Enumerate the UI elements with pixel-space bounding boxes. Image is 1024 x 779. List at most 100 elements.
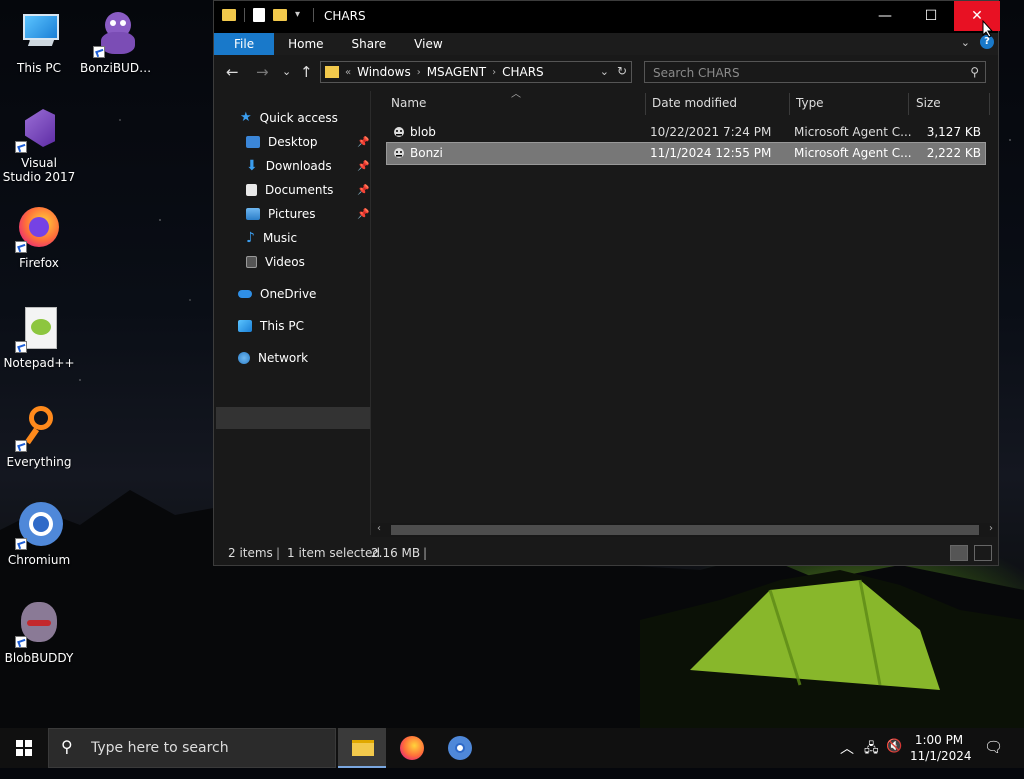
desktop-icon-notepadpp[interactable]: Notepad++ xyxy=(2,305,76,370)
agent-character-icon xyxy=(393,146,405,160)
nav-item-documents[interactable]: Documents xyxy=(246,179,333,201)
status-size: 2.16 MB xyxy=(371,546,421,560)
expand-ribbon-icon[interactable]: ⌄ xyxy=(961,36,970,49)
file-date-modified: 10/22/2021 7:24 PM xyxy=(650,125,772,139)
pin-icon[interactable]: 📌 xyxy=(357,137,369,148)
details-view-button[interactable] xyxy=(950,545,968,561)
up-arrow-icon[interactable]: ↑ xyxy=(300,63,313,81)
cloud-icon xyxy=(238,290,252,298)
agent-character-icon xyxy=(393,125,405,139)
chevron-down-icon[interactable]: ⌄ xyxy=(600,65,609,78)
recent-locations-chevron-icon[interactable]: ⌄ xyxy=(282,65,291,78)
column-header-size[interactable]: Size xyxy=(916,91,941,115)
taskbar-file-explorer[interactable] xyxy=(338,728,386,768)
desktop-icon-label: Everything xyxy=(6,455,72,469)
nav-item-music[interactable]: ♪ Music xyxy=(246,227,297,249)
system-clock[interactable]: 1:00 PM 11/1/2024 xyxy=(910,732,972,764)
desktop-icon-blobbuddy[interactable]: BlobBUDDY xyxy=(2,600,76,665)
taskbar-chromium[interactable] xyxy=(436,728,484,768)
navigation-bar: ← → ⌄ ↑ « Windows › MSAGENT › CHARS ⌄ ↻ … xyxy=(214,55,998,91)
video-icon xyxy=(246,256,257,268)
search-icon: ⚲ xyxy=(61,737,73,756)
nav-item-label: This PC xyxy=(260,319,304,333)
desktop-icon-label: Firefox xyxy=(19,256,59,270)
pin-icon[interactable]: 📌 xyxy=(357,161,369,172)
desktop-icon-chromium[interactable]: Chromium xyxy=(2,502,76,567)
refresh-icon[interactable]: ↻ xyxy=(617,64,627,78)
nav-item-this-pc[interactable]: This PC xyxy=(238,315,304,337)
nav-item-label: Documents xyxy=(265,183,334,197)
bonzi-gorilla-icon xyxy=(93,10,141,58)
scrollbar-thumb[interactable] xyxy=(391,525,979,535)
address-bar[interactable]: « Windows › MSAGENT › CHARS ⌄ ↻ xyxy=(320,61,632,83)
pin-icon[interactable]: 📌 xyxy=(357,185,369,196)
breadcrumb-msagent[interactable]: MSAGENT xyxy=(427,65,486,79)
mouse-cursor-icon xyxy=(982,20,994,38)
divider: | xyxy=(276,546,281,560)
maximize-button[interactable]: ☐ xyxy=(908,1,954,31)
column-header-date-modified[interactable]: Date modified xyxy=(652,91,737,115)
new-folder-icon[interactable] xyxy=(273,9,287,21)
breadcrumb-windows[interactable]: Windows xyxy=(357,65,411,79)
minimize-button[interactable]: — xyxy=(862,1,908,31)
file-name: Bonzi xyxy=(410,146,443,160)
nav-item-onedrive[interactable]: OneDrive xyxy=(238,283,316,305)
start-button[interactable] xyxy=(0,728,48,768)
properties-icon[interactable] xyxy=(253,8,265,22)
breadcrumb-overflow[interactable]: « xyxy=(345,67,351,78)
customize-toolbar-icon[interactable]: ▾ xyxy=(295,10,305,20)
pictures-icon xyxy=(246,208,260,220)
tab-file[interactable]: File xyxy=(214,33,275,55)
file-explorer-icon xyxy=(352,740,374,756)
nav-item-quick-access[interactable]: ★ Quick access xyxy=(240,107,338,129)
status-selected: 1 item selected xyxy=(287,546,381,560)
desktop-icon-visual-studio[interactable]: Visual Studio 2017 xyxy=(2,105,76,184)
search-input[interactable] xyxy=(651,63,955,83)
file-type: Microsoft Agent C... xyxy=(794,146,912,160)
column-header-name[interactable]: Name xyxy=(391,91,426,115)
nav-item-videos[interactable]: Videos xyxy=(246,251,305,273)
taskbar-search-box[interactable]: ⚲ xyxy=(48,728,336,768)
file-row[interactable]: blob 10/22/2021 7:24 PM Microsoft Agent … xyxy=(387,122,985,143)
breadcrumb-chars[interactable]: CHARS xyxy=(502,65,544,79)
scroll-right-icon[interactable]: › xyxy=(989,523,993,534)
forward-arrow-icon[interactable]: → xyxy=(256,63,269,81)
show-hidden-icons-chevron-icon[interactable]: ︿ xyxy=(840,738,854,778)
divider xyxy=(244,8,245,22)
chevron-right-icon[interactable]: › xyxy=(492,67,496,78)
horizontal-scrollbar[interactable]: ‹ › xyxy=(371,523,997,537)
desktop-icon-firefox[interactable]: Firefox xyxy=(2,205,76,270)
shortcut-arrow-icon xyxy=(15,341,27,353)
star-icon: ★ xyxy=(240,110,252,125)
tab-home[interactable]: Home xyxy=(274,33,337,55)
search-box[interactable]: ⚲ xyxy=(644,61,986,83)
desktop-icon-this-pc[interactable]: This PC xyxy=(2,10,76,75)
pin-icon[interactable]: 📌 xyxy=(357,209,369,220)
sort-ascending-icon: ︿ xyxy=(511,89,521,100)
network-status-icon[interactable]: 🖧 xyxy=(864,739,879,779)
download-arrow-icon: ⬇ xyxy=(246,158,258,174)
nav-item-pictures[interactable]: Pictures xyxy=(246,203,316,225)
nav-item-label: Downloads xyxy=(265,159,332,173)
chevron-right-icon[interactable]: › xyxy=(417,67,421,78)
notifications-icon[interactable]: 🗨 xyxy=(984,738,1003,778)
taskbar-firefox[interactable] xyxy=(388,728,436,768)
tab-share[interactable]: Share xyxy=(338,33,401,55)
tab-view[interactable]: View xyxy=(400,33,456,55)
desktop-icon-everything[interactable]: Everything xyxy=(2,404,76,469)
shortcut-arrow-icon xyxy=(15,636,27,648)
title-bar[interactable]: ▾ CHARS — ☐ ✕ xyxy=(214,1,1000,33)
taskbar-search-input[interactable] xyxy=(89,739,323,757)
file-row-selected[interactable]: Bonzi 11/1/2024 12:55 PM Microsoft Agent… xyxy=(386,142,986,165)
column-header-type[interactable]: Type xyxy=(796,91,824,115)
nav-item-desktop[interactable]: Desktop xyxy=(246,131,318,153)
scroll-left-icon[interactable]: ‹ xyxy=(377,523,381,534)
nav-item-network[interactable]: Network xyxy=(238,347,308,369)
large-icons-view-button[interactable] xyxy=(974,545,992,561)
desktop-icon-bonzibuddy[interactable]: BonziBUDD... xyxy=(80,10,154,75)
back-arrow-icon[interactable]: ← xyxy=(226,63,239,81)
volume-muted-icon[interactable]: 🔇 xyxy=(886,739,902,779)
divider xyxy=(908,93,909,115)
file-size: 3,127 KB xyxy=(926,125,981,139)
nav-item-downloads[interactable]: ⬇ Downloads xyxy=(246,155,332,177)
